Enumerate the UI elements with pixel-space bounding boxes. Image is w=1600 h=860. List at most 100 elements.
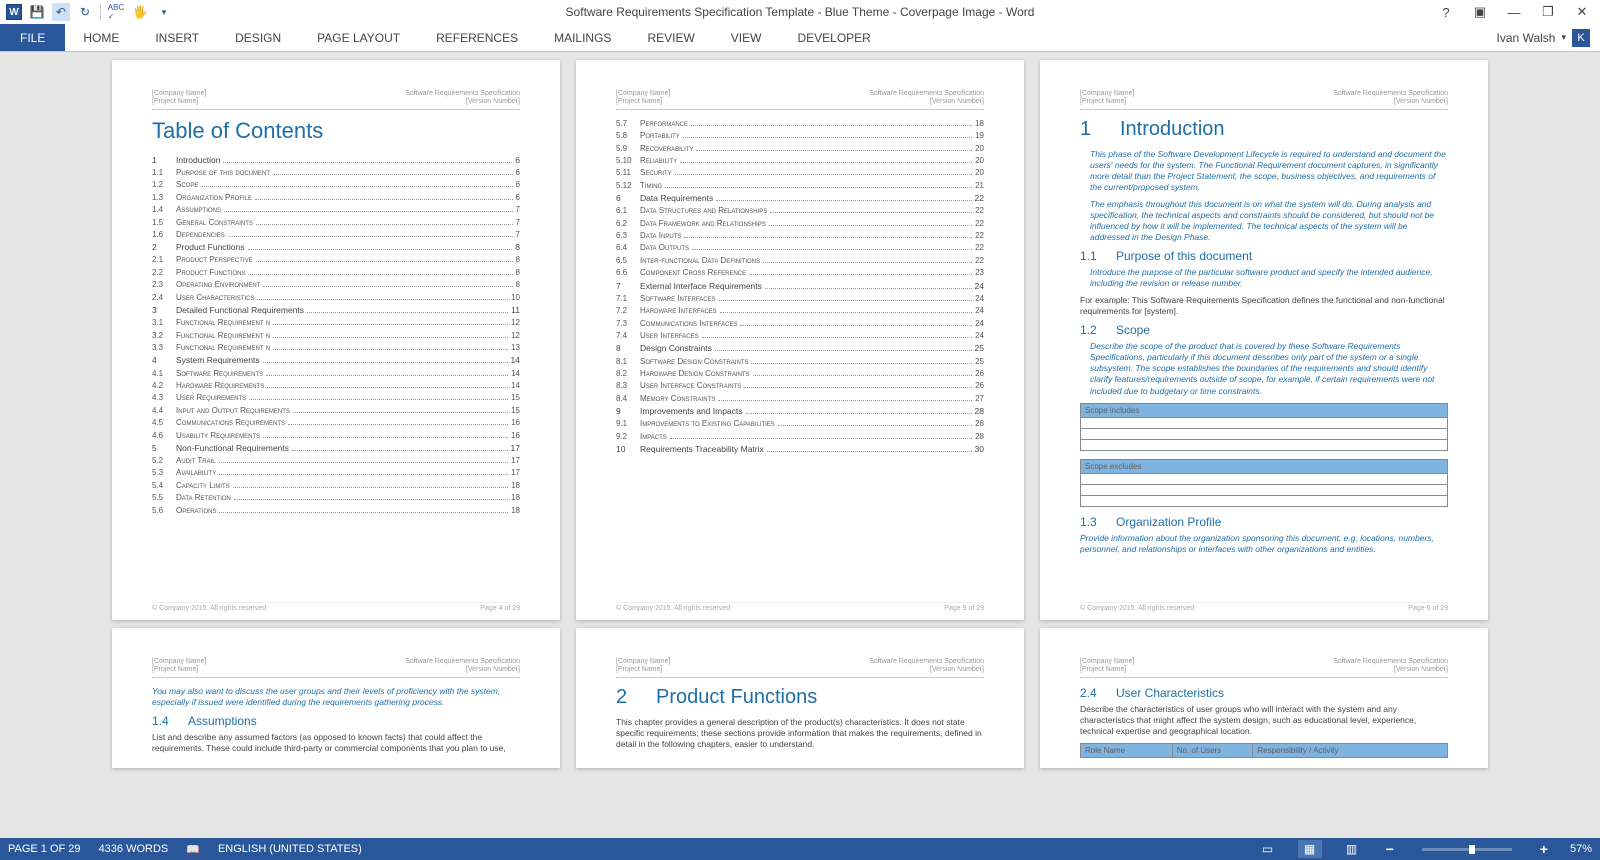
toc-entry[interactable]: 6.2Data Framework and Relationships22	[616, 218, 984, 230]
toc-entry[interactable]: 5.5Data Retention18	[152, 492, 520, 504]
toc-entry[interactable]: 4.4Input and Output Requirements15	[152, 405, 520, 417]
toc-entry[interactable]: 4.2Hardware Requirements14	[152, 380, 520, 392]
toc-entry[interactable]: 5.11Security20	[616, 167, 984, 179]
section-1-4: 1.4Assumptions	[152, 714, 520, 728]
section-1-3: 1.3Organization Profile	[1080, 515, 1448, 529]
toc-entry[interactable]: 5.4Capacity Limits18	[152, 480, 520, 492]
toc-entry[interactable]: 4.6Usability Requirements16	[152, 430, 520, 442]
page-6[interactable]: [Company Name][Project Name] Software Re…	[1040, 60, 1488, 620]
status-language[interactable]: ENGLISH (UNITED STATES)	[218, 843, 362, 855]
toc-entry[interactable]: 2.3Operating Environment8	[152, 279, 520, 291]
toc-entry[interactable]: 6.5Inter-functional Data Definitions22	[616, 255, 984, 267]
toc-entry[interactable]: 4.3User Requirements15	[152, 392, 520, 404]
toc-entry[interactable]: 7.1Software Interfaces24	[616, 293, 984, 305]
toc-entry[interactable]: 5.12Timing21	[616, 180, 984, 192]
toc-entry[interactable]: 7.3Communications Interfaces24	[616, 318, 984, 330]
status-bar: PAGE 1 OF 29 4336 WORDS 📖 ENGLISH (UNITE…	[0, 838, 1600, 860]
undo-icon[interactable]: ↶	[52, 3, 70, 21]
touch-mode-icon[interactable]: 🖐	[131, 3, 149, 21]
toc-entry[interactable]: 7.2Hardware Interfaces24	[616, 305, 984, 317]
restore-icon[interactable]: ❐	[1536, 4, 1560, 20]
zoom-in-button[interactable]: +	[1536, 841, 1552, 857]
tab-design[interactable]: DESIGN	[217, 24, 299, 51]
user-menu[interactable]: Ivan Walsh ▾ K	[1497, 29, 1590, 47]
toc-entry[interactable]: 5.7Performance18	[616, 118, 984, 130]
toc-entry[interactable]: 7External Interface Requirements24	[616, 280, 984, 293]
document-area[interactable]: [Company Name][Project Name] Software Re…	[0, 52, 1600, 838]
toc-entry[interactable]: 2.4User Characteristics10	[152, 292, 520, 304]
section-1-2: 1.2Scope	[1080, 323, 1448, 337]
toc-entry[interactable]: 5Non-Functional Requirements17	[152, 442, 520, 455]
status-words[interactable]: 4336 WORDS	[99, 843, 169, 855]
toc-entry[interactable]: 8Design Constraints25	[616, 342, 984, 355]
tab-view[interactable]: VIEW	[713, 24, 780, 51]
toc-entry[interactable]: 6.1Data Structures and Relationships22	[616, 205, 984, 217]
save-icon[interactable]: 💾	[28, 3, 46, 21]
toc-entry[interactable]: 6.4Data Outputs22	[616, 242, 984, 254]
zoom-slider[interactable]	[1422, 848, 1512, 851]
toc-entry[interactable]: 2.2Product Functions8	[152, 267, 520, 279]
toc-entry[interactable]: 6Data Requirements22	[616, 192, 984, 205]
toc-entry[interactable]: 6.6Component Cross Reference23	[616, 267, 984, 279]
toc-entry[interactable]: 1.6Dependencies7	[152, 229, 520, 241]
toc-entry[interactable]: 2.1Product Perspective8	[152, 254, 520, 266]
toc-entry[interactable]: 8.1Software Design Constraints25	[616, 356, 984, 368]
toc-entry[interactable]: 3.3Functional Requirement n13	[152, 342, 520, 354]
zoom-out-button[interactable]: −	[1382, 841, 1398, 857]
help-icon[interactable]: ?	[1434, 5, 1458, 20]
toc-entry[interactable]: 7.4User Interfaces24	[616, 330, 984, 342]
toc-entry[interactable]: 9Improvements and Impacts28	[616, 405, 984, 418]
tab-home[interactable]: HOME	[65, 24, 137, 51]
status-proofing-icon[interactable]: 📖	[186, 843, 200, 856]
status-page[interactable]: PAGE 1 OF 29	[8, 843, 81, 855]
minimize-icon[interactable]: ―	[1502, 5, 1526, 20]
toc-entry[interactable]: 8.2Hardware Design Constraints26	[616, 368, 984, 380]
tab-page-layout[interactable]: PAGE LAYOUT	[299, 24, 418, 51]
toc-entry[interactable]: 5.3Availability17	[152, 467, 520, 479]
tab-file[interactable]: FILE	[0, 24, 65, 51]
toc-entry[interactable]: 3Detailed Functional Requirements11	[152, 304, 520, 317]
page-4[interactable]: [Company Name][Project Name] Software Re…	[112, 60, 560, 620]
web-layout-icon[interactable]: ▥	[1340, 840, 1364, 858]
toc-entry[interactable]: 9.1Improvements to Existing Capabilities…	[616, 418, 984, 430]
toc-entry[interactable]: 3.1Functional Requirement n12	[152, 317, 520, 329]
toc-entry[interactable]: 3.2Functional Requirement n12	[152, 330, 520, 342]
close-icon[interactable]: ✕	[1570, 4, 1594, 20]
page-5[interactable]: [Company Name][Project Name] Software Re…	[576, 60, 1024, 620]
page-8[interactable]: [Company Name][Project Name] Software Re…	[576, 628, 1024, 768]
print-layout-icon[interactable]: ▦	[1298, 840, 1322, 858]
toc-entry[interactable]: 8.4Memory Constraints27	[616, 393, 984, 405]
toc-entry[interactable]: 10Requirements Traceability Matrix30	[616, 443, 984, 456]
toc-entry[interactable]: 5.6Operations18	[152, 505, 520, 517]
toc-entry[interactable]: 6.3Data Inputs22	[616, 230, 984, 242]
tab-developer[interactable]: DEVELOPER	[779, 24, 888, 51]
toc-entry[interactable]: 4System Requirements14	[152, 354, 520, 367]
tab-review[interactable]: REVIEW	[629, 24, 712, 51]
qat-customize-icon[interactable]: ▾	[155, 3, 173, 21]
toc-entry[interactable]: 1.1Purpose of this document6	[152, 167, 520, 179]
read-mode-icon[interactable]: ▭	[1256, 840, 1280, 858]
page-10[interactable]: [Company Name][Project Name] Software Re…	[1040, 628, 1488, 768]
toc-entry[interactable]: 9.2Impacts28	[616, 431, 984, 443]
toc-entry[interactable]: 1.2Scope6	[152, 179, 520, 191]
tab-references[interactable]: REFERENCES	[418, 24, 536, 51]
toc-entry[interactable]: 1.4Assumptions7	[152, 204, 520, 216]
zoom-level[interactable]: 57%	[1570, 843, 1592, 855]
toc-entry[interactable]: 2Product Functions8	[152, 241, 520, 254]
page-7[interactable]: [Company Name][Project Name] Software Re…	[112, 628, 560, 768]
toc-entry[interactable]: 4.5Communications Requirements16	[152, 417, 520, 429]
toc-entry[interactable]: 1.3Organization Profile6	[152, 192, 520, 204]
tab-insert[interactable]: INSERT	[137, 24, 217, 51]
spelling-icon[interactable]: ABC✓	[107, 3, 125, 21]
toc-entry[interactable]: 1.5General Constraints7	[152, 217, 520, 229]
ribbon-display-icon[interactable]: ▣	[1468, 4, 1492, 20]
toc-entry[interactable]: 5.8Portability19	[616, 130, 984, 142]
toc-entry[interactable]: 1Introduction6	[152, 154, 520, 167]
tab-mailings[interactable]: MAILINGS	[536, 24, 629, 51]
toc-entry[interactable]: 5.10Reliability20	[616, 155, 984, 167]
redo-icon[interactable]: ↻	[76, 3, 94, 21]
toc-entry[interactable]: 8.3User Interface Constraints26	[616, 380, 984, 392]
toc-entry[interactable]: 5.2Audit Trail17	[152, 455, 520, 467]
toc-entry[interactable]: 5.9Recoverability20	[616, 143, 984, 155]
toc-entry[interactable]: 4.1Software Requirements14	[152, 368, 520, 380]
